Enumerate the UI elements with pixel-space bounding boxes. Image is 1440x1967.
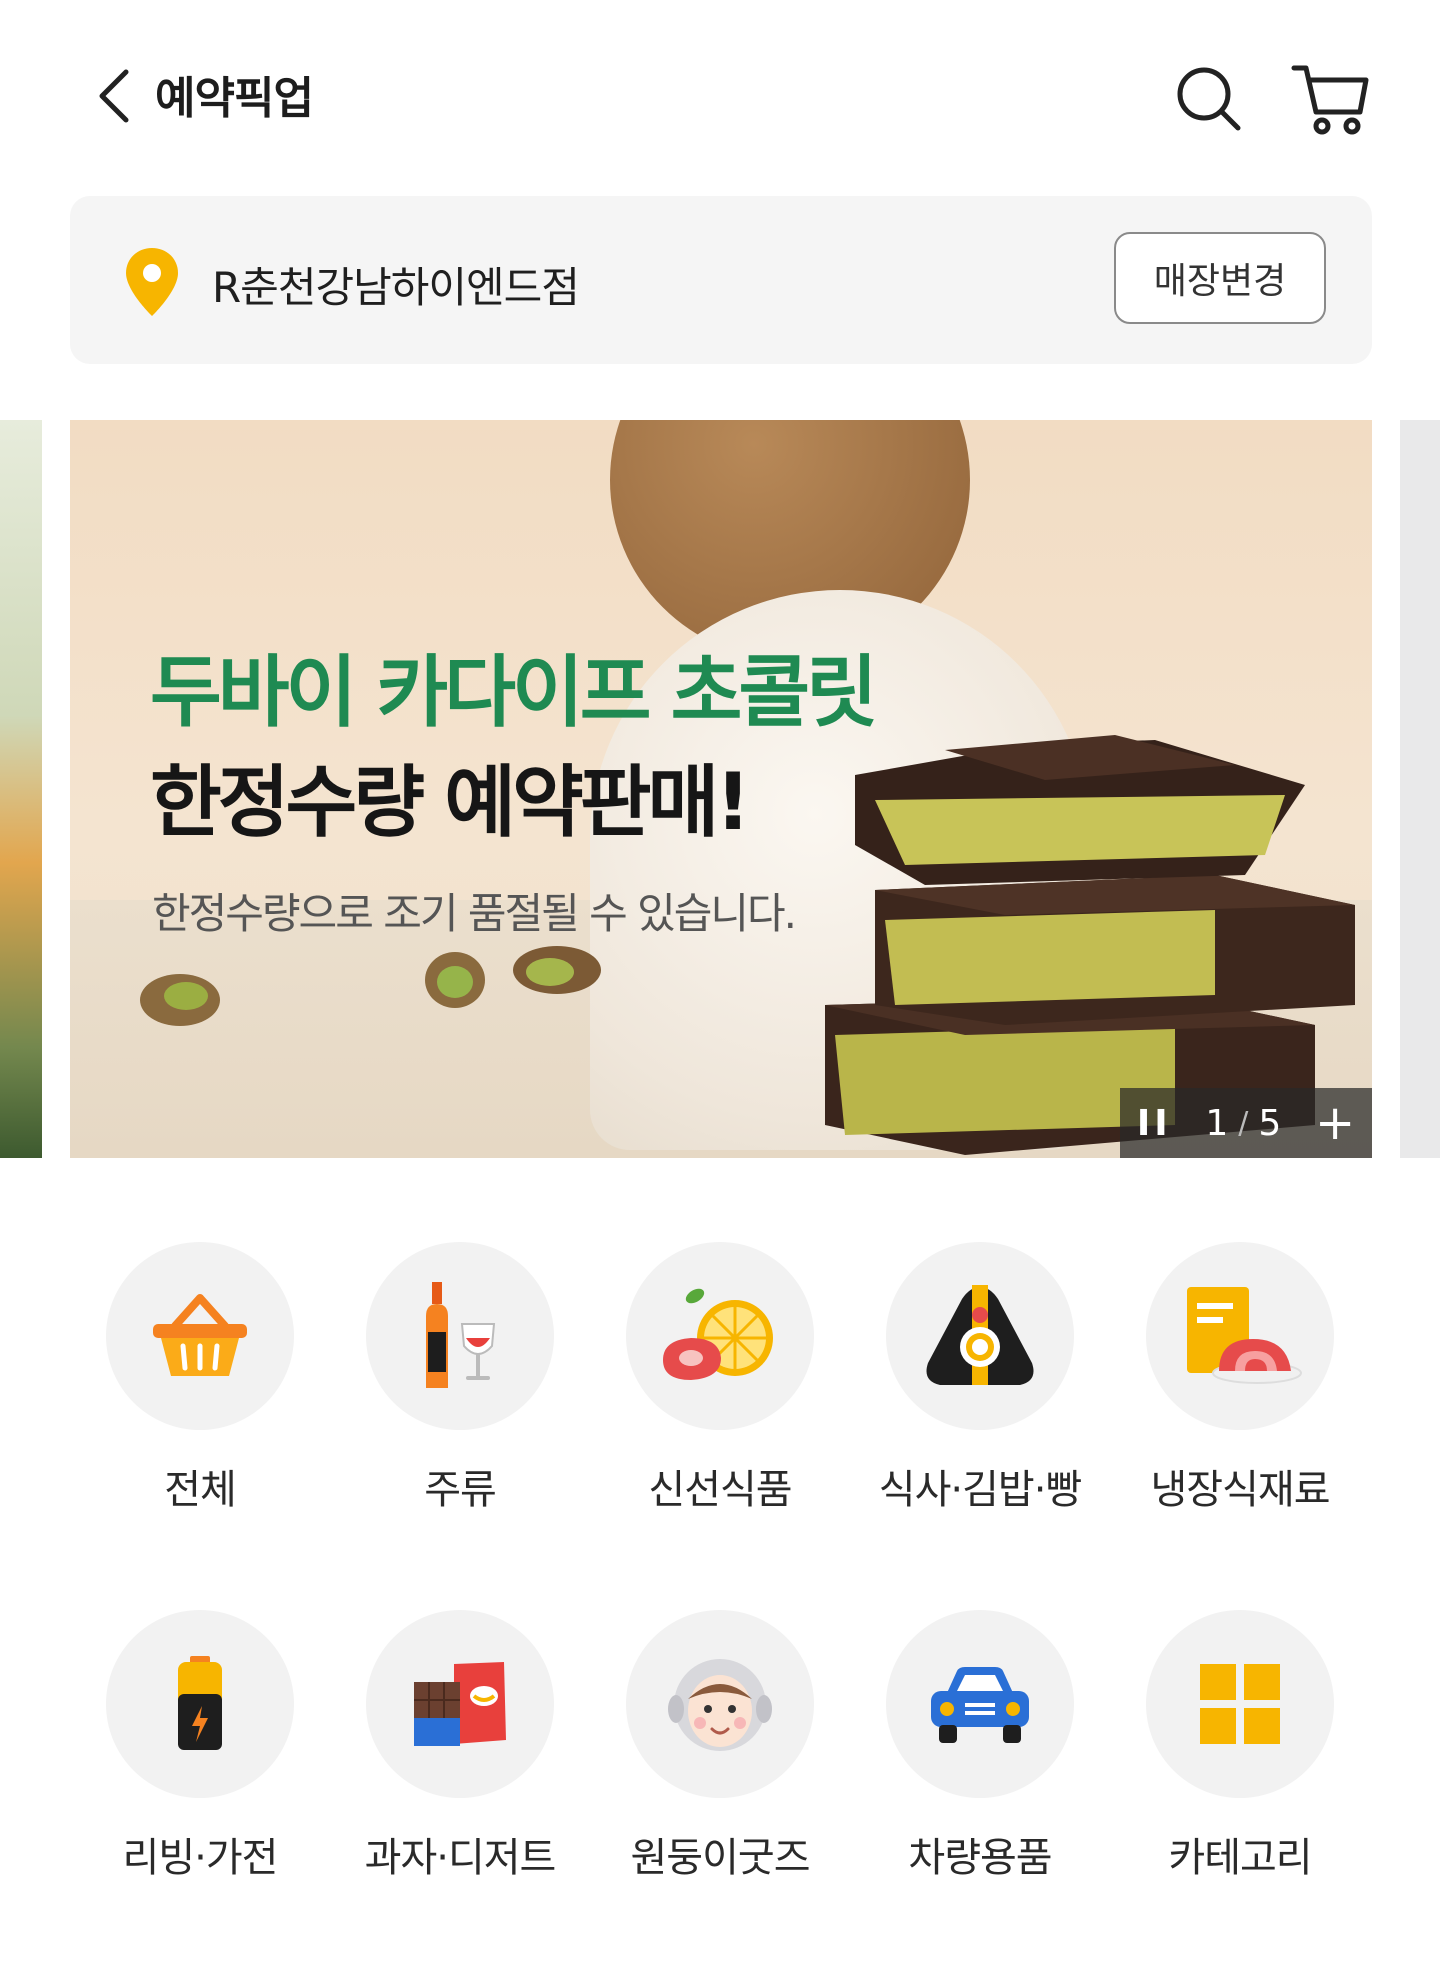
category-label: 과자·디저트 — [364, 1835, 557, 1881]
category-icon-wrap — [886, 1610, 1074, 1798]
category-monkey-goods[interactable]: 원둥이굿즈 — [590, 1610, 850, 1890]
category-meal[interactable]: 식사·김밥·빵 — [850, 1242, 1110, 1522]
category-all[interactable]: 전체 — [70, 1242, 330, 1522]
pause-icon[interactable]: II — [1137, 1103, 1172, 1144]
category-car[interactable]: 차량용품 — [850, 1610, 1110, 1890]
liquor-icon — [426, 1282, 496, 1388]
banner-prev-peek[interactable] — [0, 420, 42, 1158]
banner-headline-1: 두바이 카다이프 초콜릿 — [150, 648, 878, 738]
car-icon — [931, 1667, 1029, 1743]
category-grid-icon — [1200, 1664, 1280, 1744]
app-header: 예약픽업 — [0, 0, 1440, 190]
category-label: 냉장식재료 — [1150, 1467, 1331, 1513]
category-label: 리빙·가전 — [122, 1835, 279, 1881]
category-label: 신선식품 — [648, 1467, 792, 1513]
location-pin-icon — [126, 248, 178, 316]
category-label: 식사·김밥·빵 — [878, 1467, 1082, 1513]
category-icon-wrap — [1146, 1242, 1334, 1430]
category-icon-wrap — [106, 1242, 294, 1430]
battery-icon — [178, 1656, 222, 1750]
fresh-food-icon — [663, 1288, 773, 1380]
category-icon-wrap — [366, 1242, 554, 1430]
store-name: R춘천강남하이엔드점 — [212, 263, 580, 312]
category-icon-wrap — [366, 1610, 554, 1798]
banner-page-count: 1 / 5 — [1205, 1103, 1281, 1144]
banner-current-page: 1 — [1205, 1102, 1229, 1144]
banner-indicator: II 1 / 5 + — [1120, 1088, 1372, 1158]
category-label: 차량용품 — [908, 1835, 1052, 1881]
page-title: 예약픽업 — [155, 73, 314, 124]
category-fresh-food[interactable]: 신선식품 — [590, 1242, 850, 1522]
category-chilled[interactable]: 냉장식재료 — [1110, 1242, 1370, 1522]
category-living[interactable]: 리빙·가전 — [70, 1610, 330, 1890]
category-icon-wrap — [886, 1242, 1074, 1430]
basket-icon — [153, 1294, 247, 1376]
change-store-button[interactable]: 매장변경 — [1114, 232, 1326, 324]
category-icon-wrap — [626, 1610, 814, 1798]
banner-headline-2: 한정수량 예약판매! — [150, 758, 751, 848]
pistachio-image — [425, 952, 485, 1008]
monkey-goods-icon — [668, 1659, 772, 1751]
category-icon-wrap — [626, 1242, 814, 1430]
search-icon[interactable] — [1170, 60, 1250, 140]
snack-icon — [414, 1662, 506, 1746]
banner-subtext: 한정수량으로 조기 품절될 수 있습니다. — [152, 889, 797, 938]
rice-ball-icon — [926, 1285, 1034, 1385]
plus-icon[interactable]: + — [1315, 1099, 1355, 1147]
chilled-food-icon — [1187, 1287, 1302, 1384]
category-liquor[interactable]: 주류 — [330, 1242, 590, 1522]
category-label: 주류 — [424, 1467, 497, 1513]
category-all-categories[interactable]: 카테고리 — [1110, 1610, 1370, 1890]
category-label: 카테고리 — [1168, 1835, 1312, 1881]
cart-icon[interactable] — [1290, 60, 1370, 140]
category-icon-wrap — [1146, 1610, 1334, 1798]
category-label: 전체 — [164, 1467, 237, 1513]
banner-page-separator: / — [1238, 1105, 1249, 1141]
promo-banner[interactable]: 두바이 카다이프 초콜릿 한정수량 예약판매! 한정수량으로 조기 품절될 수 … — [70, 420, 1372, 1158]
pistachio-image — [140, 974, 220, 1026]
back-arrow-icon[interactable] — [90, 66, 140, 126]
banner-total-pages: 5 — [1258, 1102, 1282, 1144]
category-label: 원둥이굿즈 — [630, 1835, 811, 1881]
pistachio-image — [513, 946, 601, 994]
banner-next-peek[interactable] — [1400, 420, 1440, 1158]
category-icon-wrap — [106, 1610, 294, 1798]
store-selector: R춘천강남하이엔드점 매장변경 — [70, 196, 1372, 364]
category-snack[interactable]: 과자·디저트 — [330, 1610, 590, 1890]
